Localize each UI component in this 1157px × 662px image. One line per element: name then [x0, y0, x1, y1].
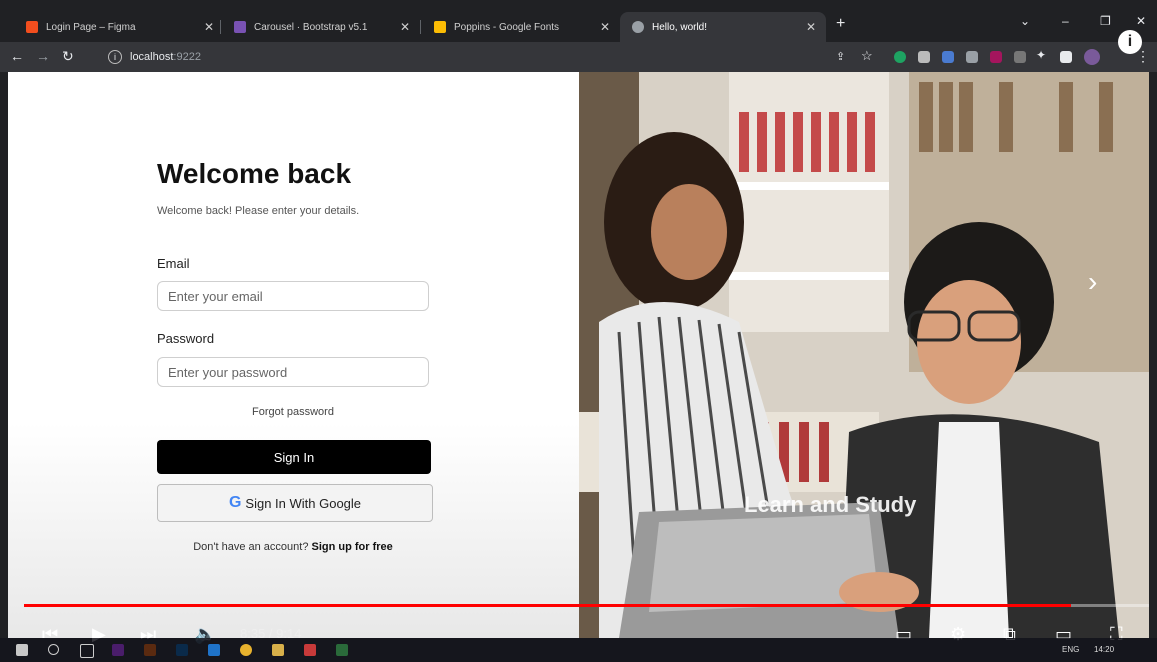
- extension-icon[interactable]: [990, 51, 1002, 63]
- tab-separator: [220, 20, 221, 34]
- password-label: Password: [157, 331, 215, 346]
- web-page: Welcome back Welcome back! Please enter …: [8, 72, 1149, 638]
- forgot-password-link[interactable]: Forgot password: [157, 406, 429, 418]
- close-icon[interactable]: ✕: [400, 20, 410, 34]
- password-field[interactable]: [157, 357, 429, 387]
- bootstrap-icon: [234, 21, 246, 33]
- extension-icon[interactable]: [942, 51, 954, 63]
- search-icon[interactable]: [48, 644, 59, 655]
- close-icon[interactable]: ✕: [204, 20, 214, 34]
- carousel-image: [579, 72, 1149, 638]
- side-panel-icon[interactable]: [1060, 51, 1072, 63]
- profile-avatar[interactable]: [1084, 49, 1100, 65]
- tab-title: Poppins - Google Fonts: [454, 21, 560, 33]
- back-icon[interactable]: ←: [10, 48, 24, 64]
- app-icon[interactable]: [304, 644, 316, 656]
- clock[interactable]: 14:20: [1094, 645, 1114, 654]
- signup-prompt: Don't have an account? Sign up for free: [157, 541, 429, 553]
- photoshop-icon[interactable]: [176, 644, 188, 656]
- tab-title: Login Page – Figma: [46, 21, 136, 33]
- extension-icon[interactable]: [966, 51, 978, 63]
- illustrator-icon[interactable]: [144, 644, 156, 656]
- email-field[interactable]: [157, 281, 429, 311]
- tab-hello-world[interactable]: Hello, world! ✕: [620, 12, 826, 42]
- close-icon[interactable]: ✕: [600, 20, 610, 34]
- no-account-text: Don't have an account?: [193, 541, 309, 553]
- email-label: Email: [157, 256, 190, 271]
- site-info-icon[interactable]: i: [108, 50, 122, 64]
- login-panel: Welcome back Welcome back! Please enter …: [8, 72, 579, 638]
- carousel-next-button[interactable]: ›: [1088, 266, 1097, 298]
- restore-icon[interactable]: ❐: [1100, 14, 1111, 28]
- tab-separator: [420, 20, 421, 34]
- premiere-icon[interactable]: [112, 644, 124, 656]
- tab-bootstrap[interactable]: Carousel · Bootstrap v5.1 ✕: [222, 12, 420, 42]
- tab-figma[interactable]: Login Page – Figma ✕: [14, 12, 224, 42]
- extension-grammarly-icon[interactable]: [894, 51, 906, 63]
- browser-tabbar: Login Page – Figma ✕ Carousel · Bootstra…: [0, 0, 1157, 42]
- forward-icon[interactable]: →: [36, 48, 50, 64]
- bookmark-star-icon[interactable]: ☆: [861, 48, 873, 64]
- google-icon: G: [228, 494, 242, 511]
- info-icon[interactable]: i: [1118, 30, 1142, 54]
- figma-icon: [26, 21, 38, 33]
- url-bar[interactable]: i localhost:9222: [108, 47, 808, 67]
- google-fonts-icon: [434, 21, 446, 33]
- address-toolbar: ← → ↻ i localhost:9222 ⇪ ☆ ✦ ⋮: [0, 42, 1157, 72]
- extensions-puzzle-icon[interactable]: ✦: [1036, 48, 1046, 62]
- window-close-icon[interactable]: ✕: [1136, 14, 1146, 28]
- extension-gear-icon[interactable]: [918, 51, 930, 63]
- vscode-icon[interactable]: [208, 644, 220, 656]
- windows-start-icon[interactable]: [16, 644, 28, 656]
- language-indicator[interactable]: ENG: [1062, 645, 1079, 654]
- tab-google-fonts[interactable]: Poppins - Google Fonts ✕: [422, 12, 620, 42]
- sign-up-link[interactable]: Sign up for free: [312, 541, 393, 553]
- new-tab-button[interactable]: +: [836, 15, 845, 33]
- minimize-icon[interactable]: –: [1062, 14, 1069, 28]
- reload-icon[interactable]: ↻: [62, 48, 74, 65]
- windows-taskbar: ENG 14:20: [0, 638, 1157, 662]
- audition-icon[interactable]: [336, 644, 348, 656]
- sign-in-button[interactable]: Sign In: [157, 440, 431, 474]
- google-sign-in-label: Sign In With Google: [245, 495, 362, 511]
- tab-title: Hello, world!: [652, 21, 708, 33]
- carousel-caption: Learn and Study: [744, 492, 917, 517]
- page-subtitle: Welcome back! Please enter your details.: [157, 205, 360, 217]
- chrome-icon[interactable]: [240, 644, 252, 656]
- tab-title: Carousel · Bootstrap v5.1: [254, 21, 368, 33]
- globe-icon: [632, 21, 644, 33]
- file-explorer-icon[interactable]: [272, 644, 284, 656]
- page-title: Welcome back: [157, 158, 352, 189]
- close-icon[interactable]: ✕: [806, 20, 816, 34]
- url-port: :9222: [173, 51, 201, 63]
- tab-search-icon[interactable]: ⌄: [1020, 14, 1030, 28]
- url-host: localhost: [130, 51, 174, 63]
- google-sign-in-button[interactable]: G Sign In With Google: [157, 484, 433, 522]
- video-progress-bar[interactable]: [24, 604, 1072, 607]
- task-view-icon[interactable]: [80, 644, 94, 658]
- share-icon[interactable]: ⇪: [836, 50, 845, 63]
- extension-icon[interactable]: [1014, 51, 1026, 63]
- students-photo: [579, 72, 1149, 638]
